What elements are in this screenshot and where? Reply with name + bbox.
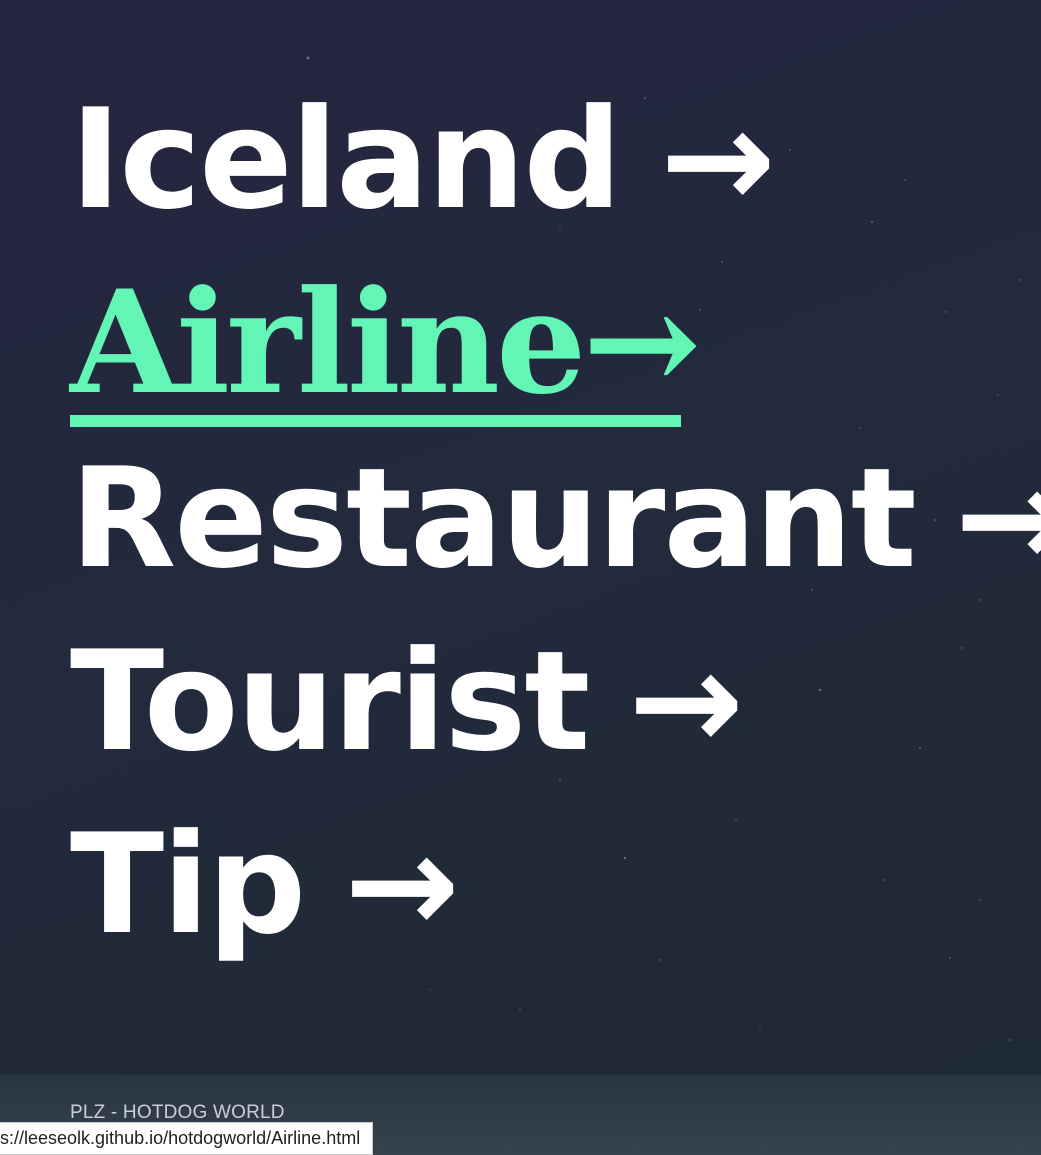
nav-link-label: Tourist xyxy=(70,621,590,782)
nav-link-tip[interactable]: Tip → xyxy=(70,804,460,965)
nav-link-label: Restaurant xyxy=(70,438,917,599)
nav-link-airline[interactable]: Airline→ xyxy=(70,260,701,427)
nav-item-airline: Airline→ xyxy=(70,263,1041,448)
arrow-right-icon: → xyxy=(660,79,776,240)
browser-status-bar-url: s://leeseolk.github.io/hotdogworld/Airli… xyxy=(0,1122,374,1155)
nav-link-tourist[interactable]: Tourist → xyxy=(70,621,744,782)
main-nav: Iceland → Airline→ Restaurant → Tourist → T… xyxy=(70,70,1041,995)
nav-link-label: Tip xyxy=(70,804,306,965)
nav-item-tourist: Tourist → xyxy=(70,622,1041,807)
arrow-right-icon: → xyxy=(628,621,744,782)
nav-link-restaurant[interactable]: Restaurant → xyxy=(70,439,1041,599)
nav-link-label: Iceland xyxy=(70,79,622,240)
nav-link-iceland[interactable]: Iceland → xyxy=(70,79,776,240)
nav-item-restaurant: Restaurant → xyxy=(70,439,1041,624)
nav-item-tip: Tip → xyxy=(70,805,1041,990)
arrow-right-icon: → xyxy=(344,804,460,965)
nav-item-iceland: Iceland → xyxy=(70,80,1041,265)
footer-text: PLZ - HOTDOG WORLD xyxy=(70,1102,285,1123)
arrow-right-icon: → xyxy=(954,438,1041,599)
nav-link-label: Airline xyxy=(70,260,586,426)
arrow-right-icon: → xyxy=(582,260,701,426)
